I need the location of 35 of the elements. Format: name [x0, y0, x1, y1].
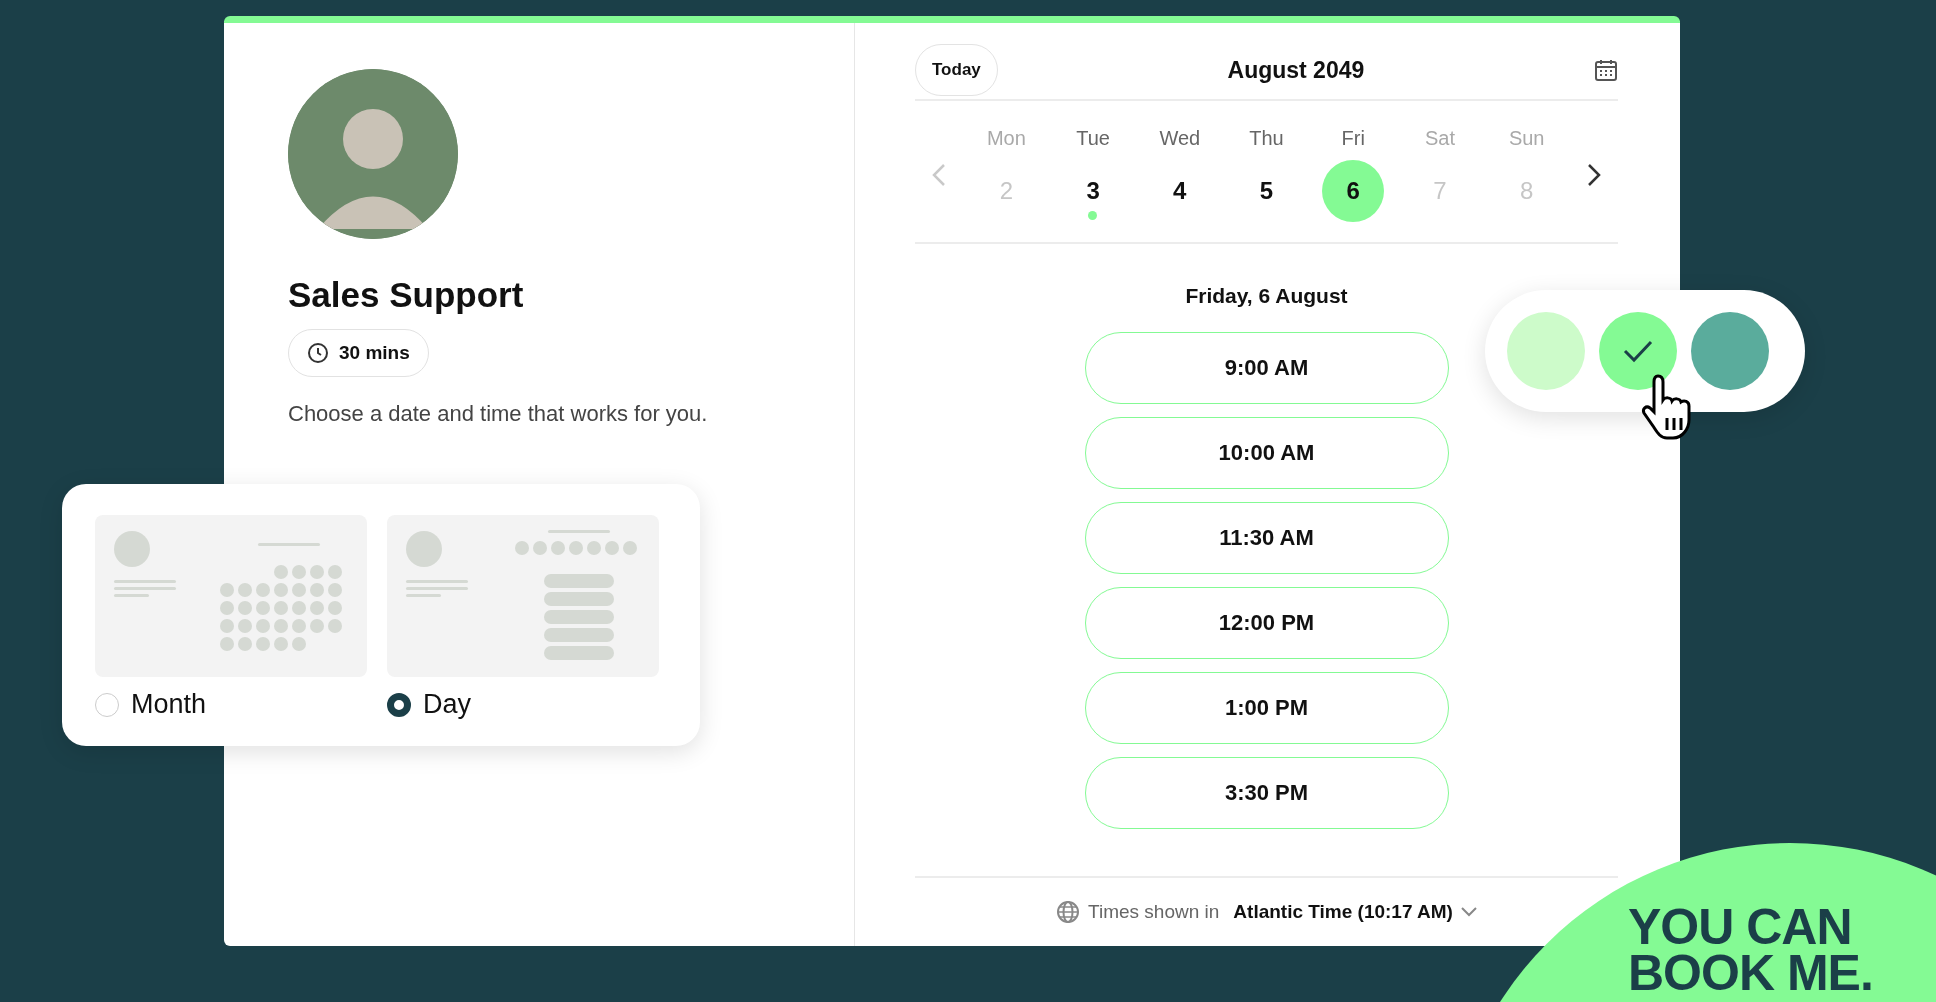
time-slot-button[interactable]: 9:00 AM — [1084, 332, 1449, 404]
today-button[interactable]: Today — [915, 44, 998, 96]
radio-button[interactable] — [387, 692, 411, 717]
timezone-label: Times shown in — [1088, 901, 1220, 923]
time-slot-button[interactable]: 1:00 PM — [1084, 672, 1449, 744]
time-slot-button[interactable]: 10:00 AM — [1084, 417, 1449, 489]
month-title: August 2049 — [1227, 56, 1365, 84]
duration-text: 30 mins — [339, 342, 410, 364]
weekday-label: Mon — [986, 127, 1026, 150]
timezone-value[interactable]: Atlantic Time (10:17 AM) — [1233, 901, 1453, 923]
selected-day-heading: Friday, 6 August — [1184, 284, 1349, 308]
event-title: Sales Support — [288, 275, 525, 315]
date-item[interactable]: 4 — [1148, 160, 1211, 222]
date-item[interactable]: 5 — [1235, 160, 1298, 222]
next-week-icon[interactable] — [1587, 162, 1602, 187]
date-item[interactable]: 3 — [1062, 160, 1125, 222]
checkmark-icon — [1622, 339, 1654, 363]
weekday-label: Sun — [1508, 127, 1545, 150]
date-item[interactable]: 6 — [1322, 160, 1385, 222]
layout-option[interactable]: Day — [387, 689, 471, 720]
chevron-down-icon[interactable] — [1460, 907, 1477, 917]
calendar-icon[interactable] — [1594, 58, 1618, 82]
instruction-text: Choose a date and time that works for you. — [288, 401, 709, 427]
weekday-label: Fri — [1341, 127, 1365, 150]
clock-icon — [307, 342, 329, 364]
time-slot-button[interactable]: 11:30 AM — [1084, 502, 1449, 574]
time-slot-button[interactable]: 12:00 PM — [1084, 587, 1449, 659]
weekday-label: Tue — [1076, 127, 1110, 150]
layout-option[interactable]: Month — [95, 689, 207, 720]
weekday-label: Sat — [1424, 127, 1455, 150]
brand-logo-text: YOU CAN BOOK ME. — [1628, 904, 1873, 996]
globe-icon — [1056, 900, 1081, 924]
weekday-label: Thu — [1249, 127, 1284, 150]
time-slot-button[interactable]: 3:30 PM — [1084, 757, 1449, 829]
weekday-label: Wed — [1159, 127, 1201, 150]
